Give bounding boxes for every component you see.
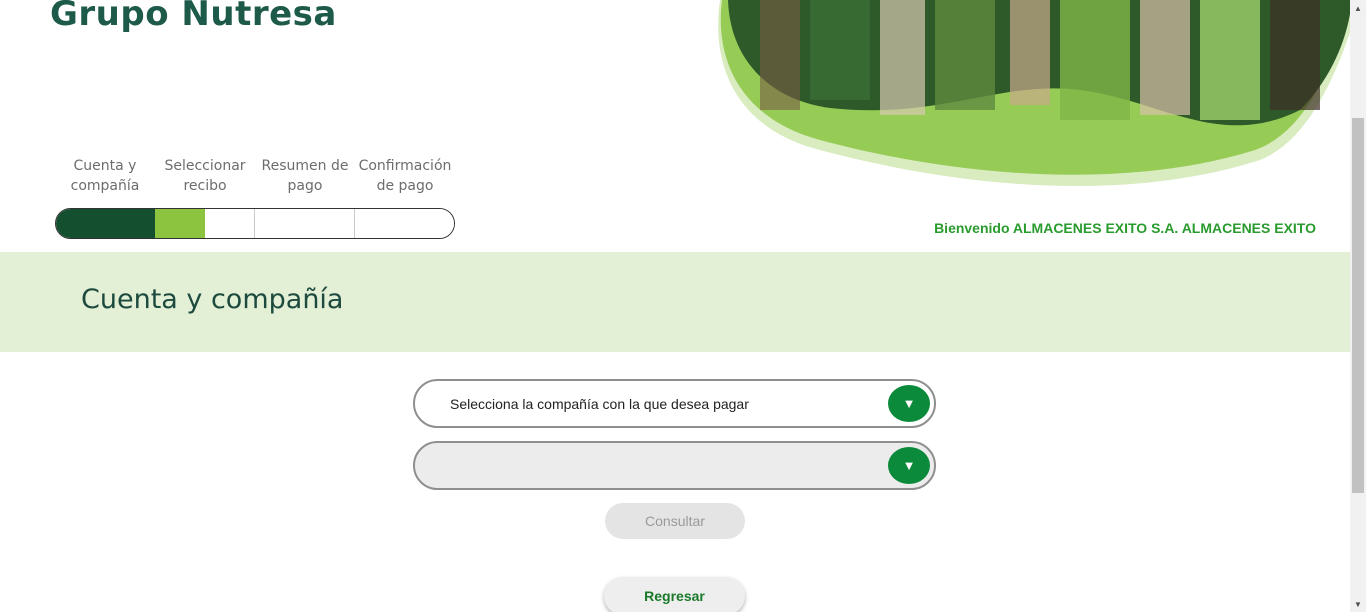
- progress-bar: [55, 208, 455, 239]
- scroll-down-arrow-icon[interactable]: ▼: [1350, 596, 1366, 612]
- vertical-scrollbar[interactable]: ▲ ▼: [1350, 0, 1366, 612]
- consultar-button[interactable]: Consultar: [605, 503, 745, 539]
- scroll-up-arrow-icon[interactable]: ▲: [1350, 0, 1366, 16]
- welcome-message: Bienvenido ALMACENES EXITO S.A. ALMACENE…: [934, 220, 1316, 236]
- regresar-button[interactable]: Regresar: [604, 577, 745, 612]
- account-select[interactable]: ▼: [413, 441, 936, 490]
- page: Grupo Nutresa Cuenta y compañía Seleccio…: [0, 0, 1350, 612]
- progress-segment-recibo-pending: [205, 209, 255, 238]
- chevron-down-icon[interactable]: ▼: [888, 385, 930, 422]
- step-label-recibo: Seleccionar recibo: [164, 158, 246, 194]
- step-label-cuenta: Cuenta y compañía: [70, 158, 140, 194]
- progress-segment-resumen: [255, 209, 355, 238]
- progress-steps: Cuenta y compañía Seleccionar recibo Res…: [55, 156, 455, 239]
- brand-title: Grupo Nutresa: [50, 0, 337, 34]
- progress-segment-cuenta: [56, 209, 155, 238]
- company-select-value: Selecciona la compañía con la que desea …: [450, 395, 749, 412]
- section-title: Cuenta y compañía: [81, 284, 344, 315]
- section-header: Cuenta y compañía: [0, 252, 1350, 352]
- step-label-confirmacion: Confirmación de pago: [358, 158, 452, 194]
- progress-segment-recibo: [155, 209, 205, 238]
- progress-segment-confirmacion: [355, 209, 454, 238]
- company-select[interactable]: Selecciona la compañía con la que desea …: [413, 379, 936, 428]
- step-label-resumen: Resumen de pago: [261, 158, 349, 194]
- scroll-thumb[interactable]: [1352, 118, 1364, 493]
- chevron-down-icon[interactable]: ▼: [888, 447, 930, 484]
- hero-image: [718, 0, 1350, 187]
- step-labels: Cuenta y compañía Seleccionar recibo Res…: [55, 156, 455, 196]
